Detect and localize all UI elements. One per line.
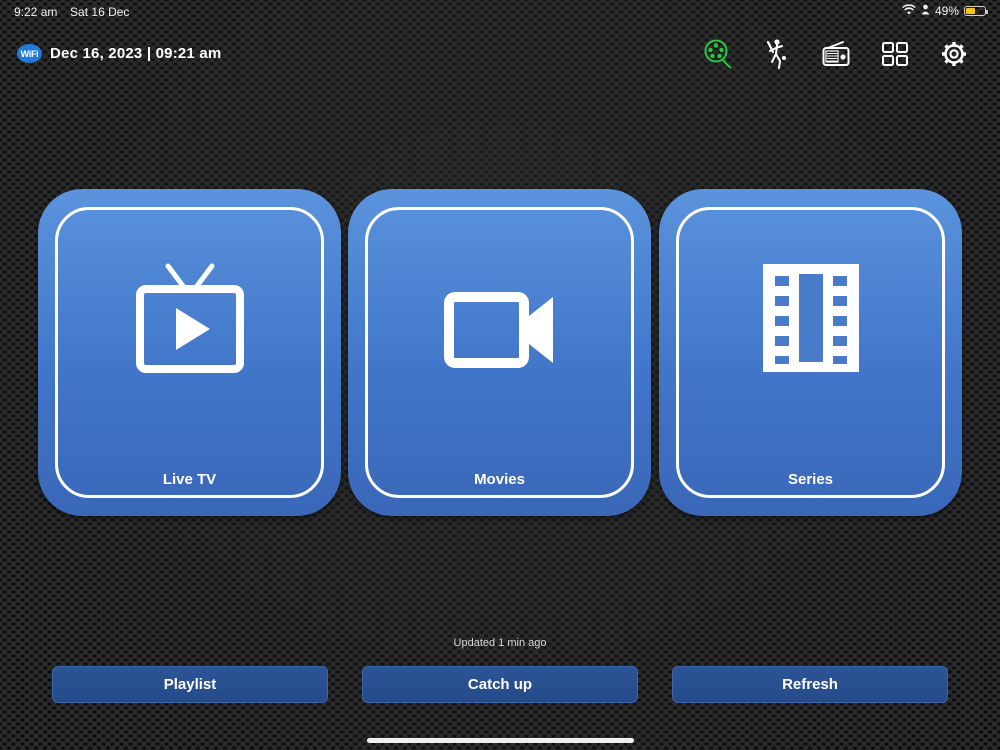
catch-up-button[interactable]: Catch up [362, 666, 638, 703]
battery-level [966, 8, 975, 14]
wifi-badge-icon: WiFi [17, 44, 42, 63]
tile-label-series: Series [787, 471, 834, 488]
tile-label-movies: Movies [474, 471, 525, 488]
grid-icon[interactable] [877, 38, 913, 70]
tile-label-live-tv: Live TV [162, 471, 217, 488]
movies-tile[interactable]: Movies [348, 189, 651, 516]
current-datetime: Dec 16, 2023 | 09:21 am [50, 45, 222, 62]
tv-play-icon [58, 262, 321, 374]
playlist-button[interactable]: Playlist [52, 666, 328, 703]
wifi-icon [902, 4, 916, 18]
video-camera-icon [368, 262, 631, 374]
film-reel-icon[interactable] [700, 38, 736, 70]
radio-icon[interactable] [818, 38, 854, 70]
status-clock: 9:22 am [14, 5, 58, 19]
gear-icon[interactable] [936, 38, 972, 70]
film-strip-icon [679, 262, 942, 374]
series-tile[interactable]: Series [659, 189, 962, 516]
home-indicator[interactable] [367, 738, 634, 743]
header-toolbar [700, 38, 972, 70]
battery-icon [964, 6, 988, 16]
cricket-icon[interactable] [759, 38, 795, 70]
status-time: 9:22 am Sat 16 Dec [14, 5, 129, 19]
status-date: Sat 16 Dec [70, 5, 130, 19]
tile-border: Series [676, 207, 945, 498]
battery-percent: 49% [934, 4, 959, 18]
person-icon [921, 4, 930, 18]
tile-border: Live TV [55, 207, 324, 498]
status-indicators: 49% [902, 4, 988, 18]
refresh-button[interactable]: Refresh [672, 666, 948, 703]
live-tv-tile[interactable]: Live TV [38, 189, 341, 516]
last-updated-text: Updated 1 min ago [453, 637, 547, 649]
header-datetime-group: WiFi Dec 16, 2023 | 09:21 am [17, 44, 221, 63]
tile-border: Movies [365, 207, 634, 498]
